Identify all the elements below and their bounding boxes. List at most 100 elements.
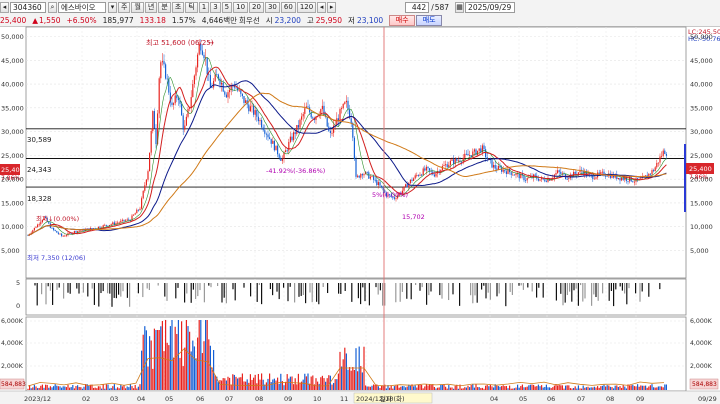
y-tick-right: 45,000	[690, 57, 713, 65]
volume-bar	[661, 386, 663, 390]
y-tick-right: 35,000	[690, 104, 713, 112]
indicator-bar	[509, 283, 511, 292]
candle-body	[62, 235, 64, 237]
indicator-bar	[166, 283, 168, 301]
volume-bar	[417, 384, 419, 390]
volume-bar	[278, 383, 280, 390]
volume-bar	[368, 386, 370, 390]
indicator-bar	[395, 283, 397, 303]
volume-bar	[632, 384, 634, 390]
candle-body	[656, 162, 658, 168]
volume-bar	[502, 385, 504, 390]
volume-bar	[459, 384, 461, 390]
volume-bar	[240, 377, 242, 390]
volume-bar	[659, 386, 661, 390]
volume-bar	[469, 387, 471, 390]
candle-body	[651, 170, 653, 175]
stock-chart[interactable]: 최고 51,600 (06/25) → 최저 7,350 (12/06) 최저↓…	[0, 0, 720, 404]
indicator-bar	[569, 283, 571, 292]
candle-body	[269, 137, 271, 139]
volume-bar	[104, 388, 106, 390]
volume-bar	[483, 388, 485, 390]
volume-bar	[48, 387, 50, 390]
volume-bar	[529, 384, 531, 390]
volume-bar	[214, 375, 216, 390]
volume-bar	[523, 387, 525, 390]
volume-bar	[579, 388, 581, 390]
candle-body	[59, 233, 61, 235]
indicator-bar	[142, 283, 144, 298]
indicator-bar	[584, 283, 586, 299]
indicator-bar	[243, 283, 245, 288]
candle-body	[659, 156, 661, 163]
volume-bar	[601, 385, 603, 390]
price-panel	[25, 26, 687, 279]
volume-bar	[419, 384, 421, 390]
volume-bar	[665, 384, 667, 390]
volume-bar	[257, 373, 259, 390]
indicator-bar	[582, 283, 584, 302]
candle-body	[254, 110, 256, 115]
indicator-bar	[100, 283, 102, 294]
volume-bar	[397, 384, 399, 390]
volume-bar	[115, 388, 117, 390]
pct-annotation: -41.92%(-36.86%)	[266, 167, 325, 175]
candle-body	[477, 150, 479, 155]
volume-bar	[99, 386, 101, 390]
volume-bar	[557, 385, 559, 390]
indicator-bar	[628, 283, 630, 289]
candle-body	[155, 128, 157, 145]
volume-bar	[457, 388, 459, 390]
candle-body	[665, 154, 667, 156]
volume-bar	[43, 387, 45, 390]
volume-bar	[377, 386, 379, 390]
volume-bar	[173, 357, 175, 390]
volume-bar	[539, 386, 541, 390]
candle-body	[152, 111, 154, 132]
indicator-bar	[476, 283, 478, 303]
volume-bar	[544, 387, 546, 390]
volume-bar	[633, 386, 635, 390]
x-tick: 09	[284, 395, 292, 403]
volume-bar	[552, 387, 554, 390]
candle-body	[657, 162, 659, 164]
candle-body	[619, 177, 621, 181]
indicator-bar	[571, 283, 573, 302]
indicator-bar	[118, 283, 120, 295]
candle-body	[539, 179, 541, 181]
y-tick-right: 40,000	[690, 81, 713, 89]
volume-bar	[179, 357, 181, 390]
volume-bar	[361, 372, 363, 390]
candle-body	[141, 198, 143, 209]
candle-body	[37, 224, 39, 228]
indicator-bar	[126, 283, 128, 298]
volume-bar	[649, 385, 651, 390]
indicator-tick: 5	[16, 279, 20, 287]
candle-body	[91, 228, 93, 229]
volume-bar	[144, 326, 146, 390]
volume-bar	[381, 385, 383, 390]
candle-body	[421, 174, 423, 176]
volume-bar	[616, 385, 618, 390]
indicator-bar	[164, 283, 166, 297]
indicator-bar	[115, 283, 117, 299]
candle-body	[541, 178, 543, 180]
volume-bar	[294, 378, 296, 390]
indicator-bar	[113, 283, 115, 298]
indicator-bar	[302, 283, 304, 296]
candle-body	[545, 181, 547, 183]
volume-bar	[427, 385, 429, 390]
volume-bar	[611, 387, 613, 390]
candle-body	[427, 166, 429, 169]
volume-bar	[656, 387, 658, 390]
candle-body	[149, 152, 151, 172]
volume-bar	[318, 383, 320, 390]
candle-body	[195, 67, 197, 76]
indicator-bar	[120, 283, 122, 297]
volume-bar	[53, 386, 55, 390]
volume-bar	[664, 384, 666, 390]
indicator-bar	[146, 283, 148, 289]
volume-bar	[373, 384, 375, 390]
indicator-bar	[107, 283, 109, 294]
candle-body	[339, 109, 341, 121]
